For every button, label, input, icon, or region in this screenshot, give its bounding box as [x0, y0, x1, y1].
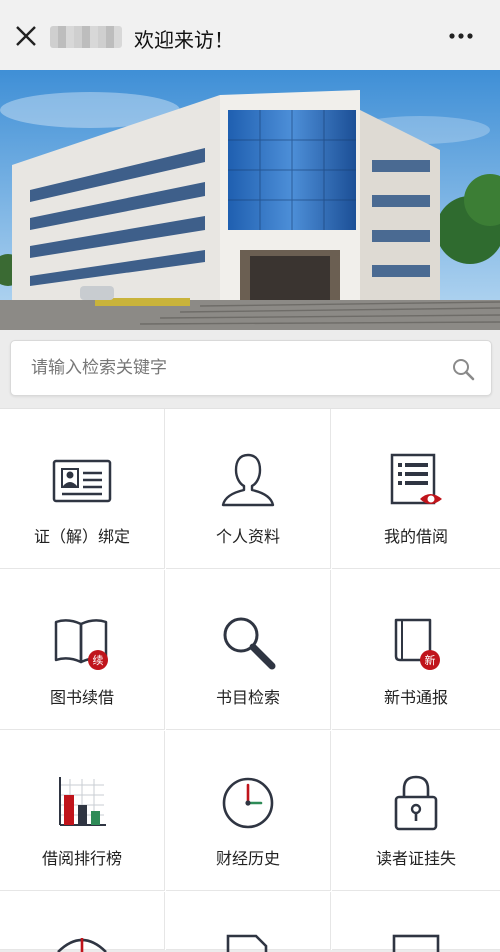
document-icon	[226, 934, 268, 952]
clock-icon	[222, 777, 274, 829]
more-icon[interactable]	[448, 26, 474, 46]
menu-item-new-books[interactable]: 新 新书通报	[332, 570, 500, 730]
new-badge-text: 新	[425, 653, 436, 667]
menu-item-my-borrowing[interactable]: 我的借阅	[332, 409, 500, 569]
menu-label: 证（解）绑定	[33, 527, 130, 546]
menu-label: 图书续借	[49, 688, 114, 707]
bar-chart-icon	[59, 777, 106, 826]
menu-item-finance-history[interactable]: 财经历史	[166, 731, 331, 891]
menu-label: 书目检索	[215, 688, 280, 707]
book-renew-icon: 续	[54, 619, 108, 670]
search-box[interactable]	[10, 340, 492, 396]
menu-item-borrow-ranking[interactable]: 借阅排行榜	[0, 731, 165, 891]
magnifier-icon	[223, 617, 276, 670]
menu-item-card-loss-report[interactable]: 读者证挂失	[332, 731, 500, 891]
function-grid: 证（解）绑定 个人资料 我的借阅 续 图书续借 书目检索 新 新书通报 借阅排行…	[0, 408, 500, 952]
close-icon[interactable]	[14, 24, 38, 48]
clock-icon	[57, 938, 107, 952]
menu-item-personal-info[interactable]: 个人资料	[166, 409, 331, 569]
top-bar: 欢迎来访！	[0, 0, 500, 71]
menu-item-book-renewal[interactable]: 续 图书续借	[0, 570, 165, 730]
menu-item-partial-1[interactable]	[0, 892, 165, 952]
blurred-account-name	[50, 26, 122, 48]
person-icon	[221, 453, 275, 507]
renew-badge-text: 续	[93, 653, 104, 667]
menu-label: 读者证挂失	[375, 849, 456, 868]
menu-label: 个人资料	[215, 527, 280, 546]
menu-item-card-binding[interactable]: 证（解）绑定	[0, 409, 165, 569]
library-building-banner	[0, 70, 500, 330]
search-input[interactable]	[29, 341, 433, 395]
list-view-icon	[390, 453, 442, 505]
menu-item-partial-3[interactable]	[332, 892, 500, 952]
menu-item-catalog-search[interactable]: 书目检索	[166, 570, 331, 730]
id-card-icon	[52, 459, 112, 503]
menu-label: 新书通报	[383, 688, 448, 707]
search-icon[interactable]	[451, 357, 475, 381]
lock-icon	[394, 775, 438, 831]
menu-item-partial-2[interactable]	[166, 892, 331, 952]
page-title: 欢迎来访！	[134, 28, 234, 52]
menu-label: 财经历史	[215, 849, 280, 868]
menu-label: 借阅排行榜	[41, 849, 122, 868]
book-icon	[392, 934, 440, 952]
menu-label: 我的借阅	[383, 527, 448, 546]
new-book-icon: 新	[394, 618, 440, 670]
